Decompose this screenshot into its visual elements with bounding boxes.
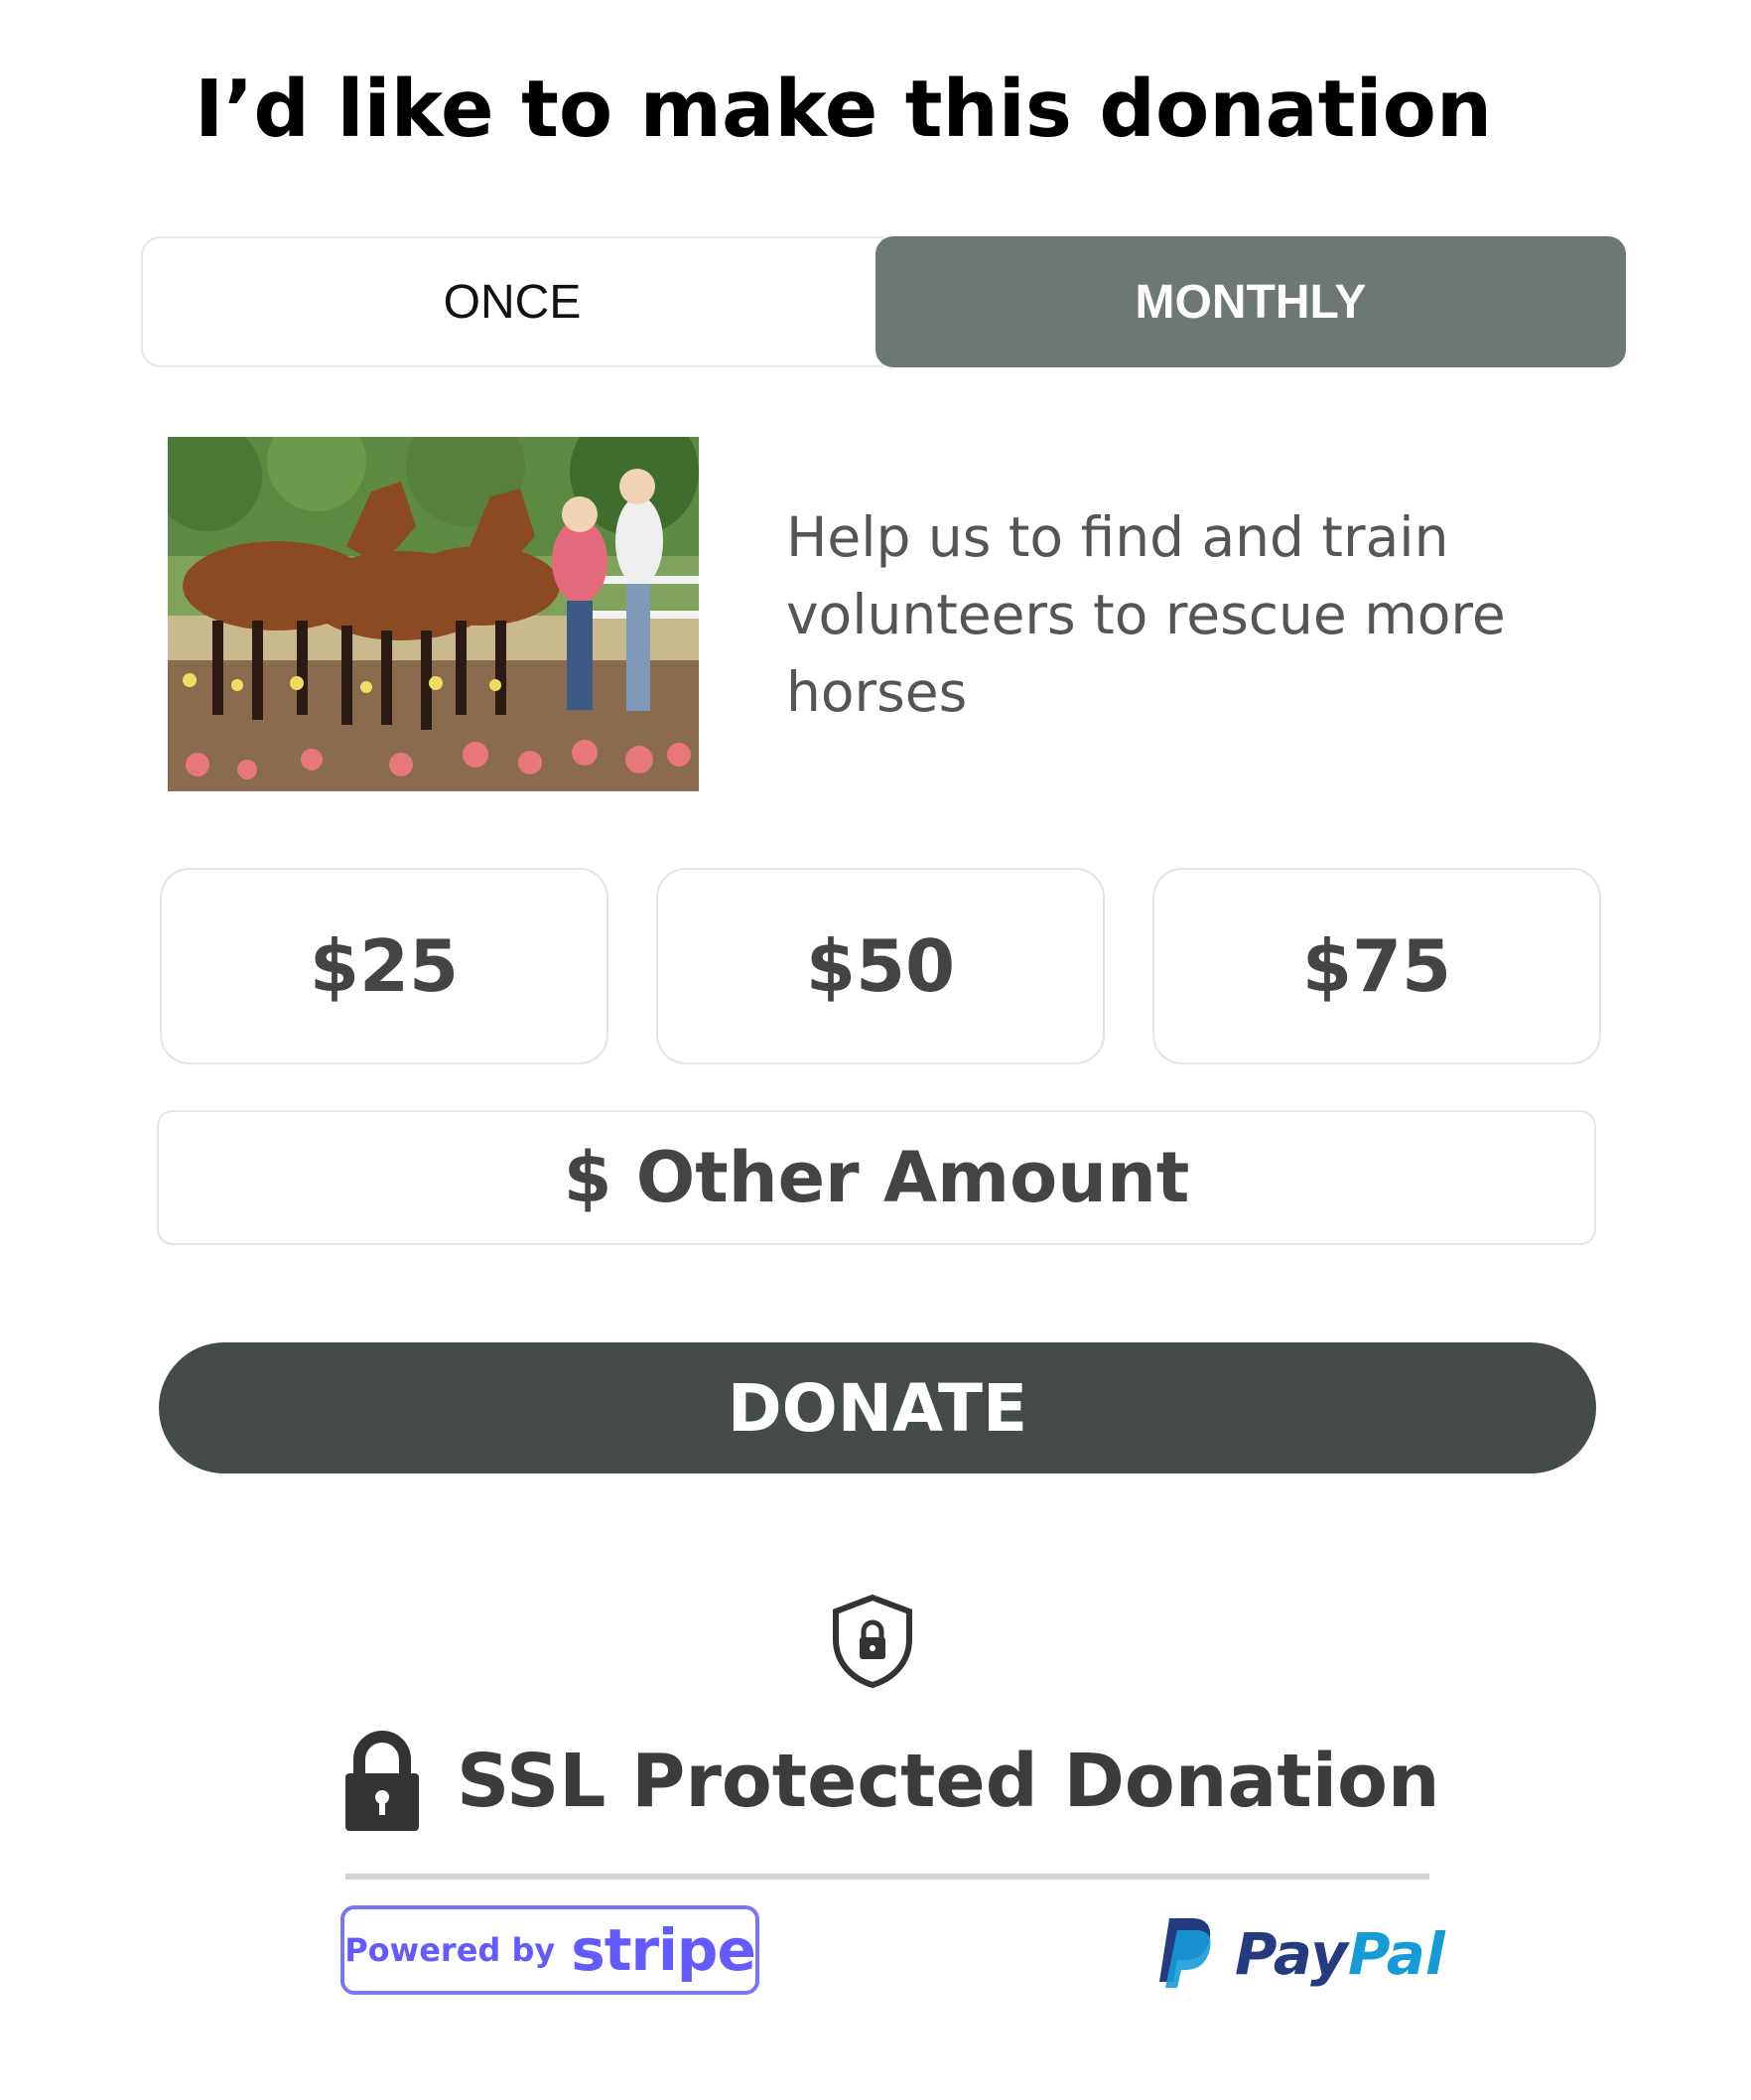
padlock-icon [343, 1730, 421, 1833]
ssl-text: SSL Protected Donation [457, 1739, 1440, 1824]
amount-50-button[interactable]: $50 [656, 868, 1105, 1064]
stripe-badge: Powered by stripe [340, 1905, 759, 1995]
divider [345, 1874, 1429, 1880]
tab-monthly[interactable]: MONTHLY [876, 236, 1626, 367]
stripe-logo: stripe [571, 1916, 756, 1984]
paypal-logo: PayPal [1155, 1916, 1445, 1994]
paypal-pay: Pay [1235, 1920, 1348, 1988]
horses-and-volunteers-photo [168, 437, 699, 791]
paypal-wordmark: PayPal [1235, 1920, 1445, 1988]
paypal-icon [1155, 1916, 1215, 1988]
other-amount-input[interactable] [159, 1136, 1594, 1219]
donate-button[interactable]: DONATE [159, 1342, 1596, 1473]
tab-once[interactable]: ONCE [141, 236, 883, 367]
page-title: I’d like to make this donation [195, 64, 1493, 155]
other-amount-field[interactable] [157, 1110, 1596, 1245]
stripe-prefix: Powered by [344, 1931, 556, 1969]
paypal-pal: Pal [1347, 1920, 1445, 1988]
amount-75-button[interactable]: $75 [1152, 868, 1601, 1064]
cause-description: Help us to find and train volunteers to … [786, 505, 1506, 724]
amount-25-button[interactable]: $25 [160, 868, 608, 1064]
frequency-toggle: ONCE MONTHLY [141, 236, 1626, 367]
shield-lock-icon [830, 1594, 915, 1689]
ssl-protection-badge: SSL Protected Donation [343, 1730, 1440, 1839]
